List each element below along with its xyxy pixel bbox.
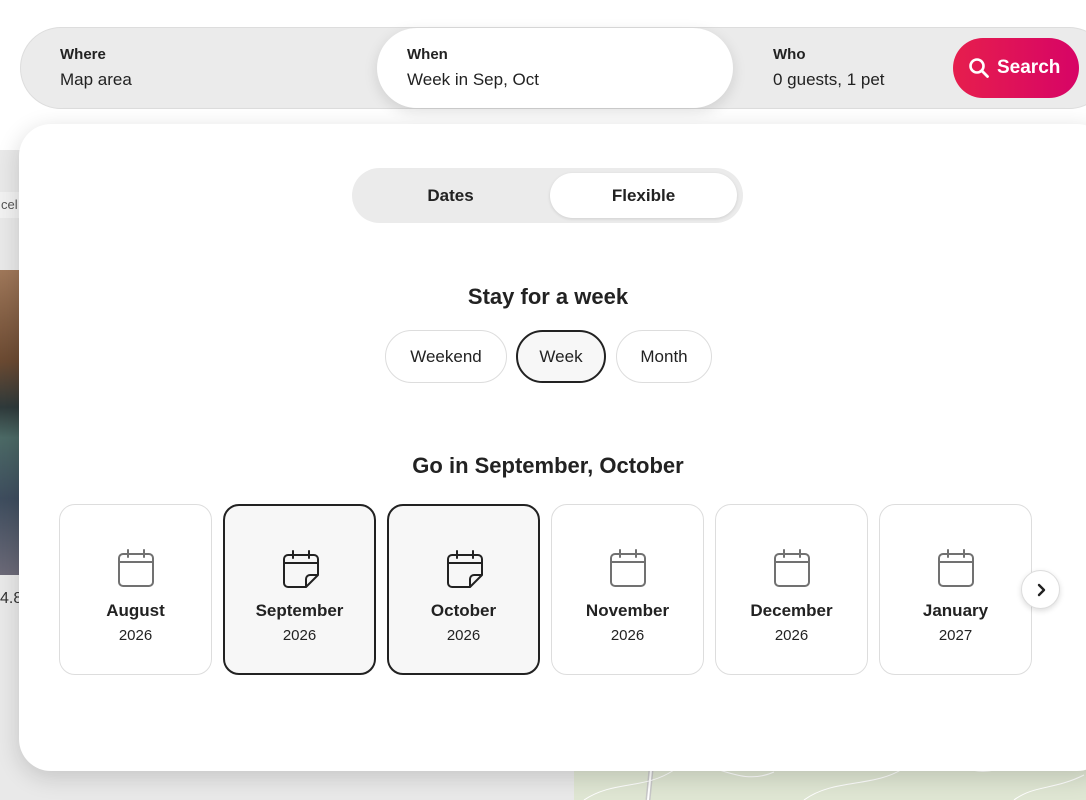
when-label: When <box>407 46 448 63</box>
month-year: 2026 <box>446 627 481 644</box>
stay-duration-title: Stay for a week <box>467 284 629 309</box>
month-year: 2026 <box>610 627 645 644</box>
month-card-december[interactable]: December 2026 <box>715 504 868 675</box>
month-card-november[interactable]: November 2026 <box>551 504 704 675</box>
calendar-icon <box>610 549 646 587</box>
search-icon <box>969 58 989 78</box>
calendar-selected-icon <box>447 550 483 588</box>
month-name: January <box>922 601 989 620</box>
month-year: 2026 <box>118 627 153 644</box>
month-year: 2026 <box>774 627 809 644</box>
who-value: 0 guests, 1 pet <box>773 70 885 89</box>
month-name: September <box>255 601 344 620</box>
month-card-january[interactable]: January 2027 <box>879 504 1032 675</box>
month-name: August <box>106 601 165 620</box>
who-label: Who <box>773 46 806 63</box>
where-label: Where <box>60 46 106 63</box>
search-button[interactable]: Search <box>953 38 1079 98</box>
dates-flexible-toggle: Dates Flexible <box>352 168 743 223</box>
month-name: December <box>750 601 833 620</box>
go-months-title: Go in September, October <box>412 453 684 478</box>
month-card-august[interactable]: August 2026 <box>59 504 212 675</box>
calendar-selected-icon <box>283 550 319 588</box>
flexible-dates-panel: Dates Flexible Stay for a week Weekend W… <box>19 124 1086 771</box>
calendar-icon <box>774 549 810 587</box>
tab-flexible[interactable]: Flexible <box>550 173 737 218</box>
when-field[interactable]: When Week in Sep, Oct <box>377 28 733 108</box>
duration-weekend-button[interactable]: Weekend <box>385 330 507 383</box>
calendar-icon <box>938 549 974 587</box>
who-field[interactable]: Who 0 guests, 1 pet <box>733 28 953 108</box>
search-bar: Where Map area When Week in Sep, Oct Who… <box>20 27 1086 109</box>
month-year: 2027 <box>938 627 973 644</box>
chevron-right-icon <box>1037 583 1045 596</box>
month-card-october[interactable]: October 2026 <box>387 504 540 675</box>
where-field[interactable]: Where Map area <box>21 28 377 108</box>
duration-week-button[interactable]: Week <box>516 330 606 383</box>
month-card-september[interactable]: September 2026 <box>223 504 376 675</box>
tab-dates[interactable]: Dates <box>357 173 544 218</box>
background-listing-rating: 4.8 <box>0 590 20 607</box>
calendar-icon <box>118 549 154 587</box>
duration-month-button[interactable]: Month <box>616 330 712 383</box>
month-name: November <box>585 601 670 620</box>
month-year: 2026 <box>282 627 317 644</box>
month-name: October <box>430 601 497 620</box>
search-button-label: Search <box>997 57 1061 78</box>
when-value: Week in Sep, Oct <box>407 70 539 89</box>
where-value: Map area <box>60 70 132 89</box>
next-months-button[interactable] <box>1021 570 1060 609</box>
